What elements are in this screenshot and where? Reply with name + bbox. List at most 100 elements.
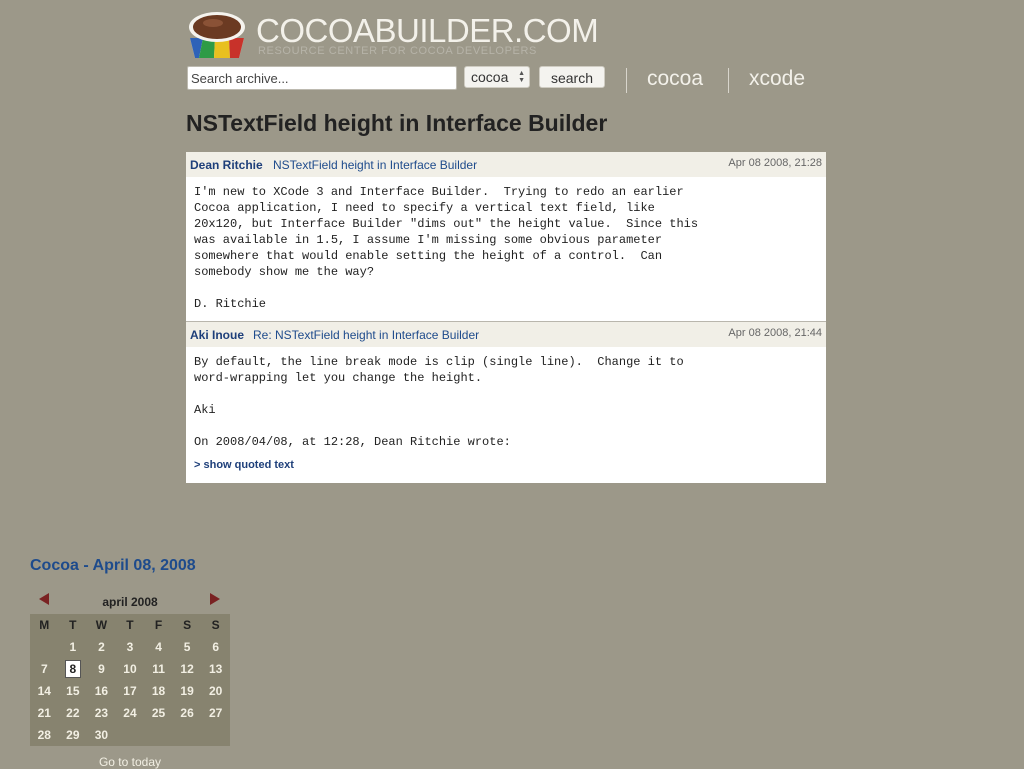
nav-divider <box>728 68 729 93</box>
calendar-day[interactable]: 1 <box>59 636 88 658</box>
calendar-day[interactable]: 3 <box>116 636 145 658</box>
calendar-day-number: 20 <box>209 684 223 698</box>
calendar-day-number: 28 <box>37 728 51 742</box>
weekday-label: W <box>95 618 108 632</box>
calendar-day-number: 13 <box>209 662 223 676</box>
calendar-day[interactable]: 25 <box>144 702 173 724</box>
calendar-day[interactable]: 20 <box>201 680 230 702</box>
calendar-day-number: 11 <box>152 662 165 676</box>
weekday-label: T <box>126 618 134 632</box>
calendar-day-number: 23 <box>94 706 109 720</box>
calendar-empty-cell <box>173 724 202 746</box>
calendar-day-number: 3 <box>126 640 134 654</box>
calendar-day-number: 25 <box>151 706 166 720</box>
calendar-day[interactable]: 27 <box>201 702 230 724</box>
calendar-day[interactable]: 16 <box>87 680 116 702</box>
calendar-week-row: 14 15 16 17 18 19 20 <box>30 680 230 702</box>
calendar-day[interactable]: 4 <box>144 636 173 658</box>
calendar-weekday-row: M T W T F S S <box>30 614 230 636</box>
calendar-day[interactable]: 28 <box>30 724 59 746</box>
nav-link-xcode[interactable]: xcode <box>749 67 805 91</box>
site-logo[interactable]: COCOABUILDER.COM RESOURCE CENTER FOR COC… <box>187 8 607 60</box>
list-select[interactable]: cocoa ▲ ▼ <box>464 66 530 88</box>
calendar-empty-cell <box>30 636 59 658</box>
calendar-day[interactable]: 14 <box>30 680 59 702</box>
calendar-day[interactable]: 2 <box>87 636 116 658</box>
message-header: Aki Inoue Re: NSTextField height in Inte… <box>186 322 826 347</box>
calendar-day-number: 27 <box>209 706 223 720</box>
calendar-day[interactable]: 11 <box>144 658 173 680</box>
cocoa-bowl-logo-icon <box>189 12 245 58</box>
calendar-day[interactable]: 18 <box>144 680 173 702</box>
message-subject-link[interactable]: Re: NSTextField height in Interface Buil… <box>253 328 479 342</box>
calendar-day[interactable]: 21 <box>30 702 59 724</box>
calendar-day-number: 2 <box>98 640 105 654</box>
show-quoted-text-link[interactable]: > show quoted text <box>186 459 826 483</box>
calendar-day-number: 14 <box>37 684 51 698</box>
message-header: Dean Ritchie NSTextField height in Inter… <box>186 152 826 177</box>
calendar-day[interactable]: 5 <box>173 636 202 658</box>
calendar-week-row: 1 2 3 4 5 6 <box>30 636 230 658</box>
message-body: I'm new to XCode 3 and Interface Builder… <box>194 185 699 311</box>
weekday-label: F <box>154 618 163 632</box>
calendar-day-number: 6 <box>212 640 220 654</box>
calendar-day[interactable]: 15 <box>59 680 88 702</box>
message: Aki Inoue Re: NSTextField height in Inte… <box>186 322 826 483</box>
calendar-week-row: 21 22 23 24 25 26 27 <box>30 702 230 724</box>
logo-subtitle: RESOURCE CENTER FOR COCOA DEVELOPERS <box>258 45 537 57</box>
calendar-week-row: 7 8 9 10 11 12 13 <box>30 658 230 680</box>
calendar-day[interactable]: 24 <box>116 702 145 724</box>
calendar-day-number: 21 <box>37 706 51 720</box>
calendar-day-number: 17 <box>123 684 137 698</box>
calendar-day-number: 30 <box>94 728 109 742</box>
search-button[interactable]: search <box>539 66 605 88</box>
calendar-day[interactable]: 17 <box>116 680 145 702</box>
weekday-label: S <box>183 618 192 632</box>
weekday-label: T <box>69 618 77 632</box>
calendar-day-number: 29 <box>66 728 80 742</box>
search-input[interactable] <box>187 66 457 90</box>
calendar-day-number: 4 <box>155 640 162 654</box>
calendar-heading: Cocoa - April 08, 2008 <box>30 557 196 574</box>
message-body: By default, the line break mode is clip … <box>194 355 684 449</box>
calendar-day[interactable]: 6 <box>201 636 230 658</box>
calendar-day[interactable]: 8 <box>59 658 88 680</box>
list-select-value: cocoa <box>471 69 509 85</box>
message-author-link[interactable]: Dean Ritchie <box>190 158 263 172</box>
calendar-day[interactable]: 30 <box>87 724 116 746</box>
calendar-day-number: 7 <box>40 662 48 676</box>
calendar-day-number: 1 <box>69 640 77 654</box>
calendar-day[interactable]: 7 <box>30 658 59 680</box>
calendar-day-number: 15 <box>66 684 80 698</box>
calendar-day[interactable]: 10 <box>116 658 145 680</box>
calendar-day[interactable]: 26 <box>173 702 202 724</box>
message-author-link[interactable]: Aki Inoue <box>190 328 244 342</box>
calendar-day[interactable]: 23 <box>87 702 116 724</box>
calendar-day[interactable]: 12 <box>173 658 202 680</box>
calendar-day-selected: 8 <box>64 660 81 678</box>
nav-link-cocoa[interactable]: cocoa <box>647 67 703 91</box>
message-subject-link[interactable]: NSTextField height in Interface Builder <box>273 158 477 172</box>
calendar-day[interactable]: 22 <box>59 702 88 724</box>
calendar-empty-cell <box>201 724 230 746</box>
calendar-month-label: april 2008 <box>102 595 158 609</box>
go-to-today-link[interactable]: Go to today <box>30 755 230 769</box>
weekday-label: S <box>211 618 220 632</box>
calendar-day[interactable]: 29 <box>59 724 88 746</box>
calendar-day[interactable]: 9 <box>87 658 116 680</box>
calendar-day[interactable]: 19 <box>173 680 202 702</box>
calendar-day-number: 5 <box>183 640 191 654</box>
nav-divider <box>626 68 627 93</box>
calendar-week-row: 28 29 30 <box>30 724 230 746</box>
updown-arrows-icon: ▲ ▼ <box>518 70 525 84</box>
calendar-day-number: 16 <box>94 684 109 698</box>
calendar-day-number: 26 <box>180 706 194 720</box>
page-title: NSTextField height in Interface Builder <box>186 110 608 136</box>
message: Dean Ritchie NSTextField height in Inter… <box>186 152 826 322</box>
next-month-arrow-icon[interactable] <box>210 593 220 605</box>
calendar-day[interactable]: 13 <box>201 658 230 680</box>
calendar-empty-cell <box>116 724 145 746</box>
calendar-empty-cell <box>144 724 173 746</box>
message-date: Apr 08 2008, 21:44 <box>728 327 822 339</box>
calendar-day-number: 12 <box>180 662 194 676</box>
